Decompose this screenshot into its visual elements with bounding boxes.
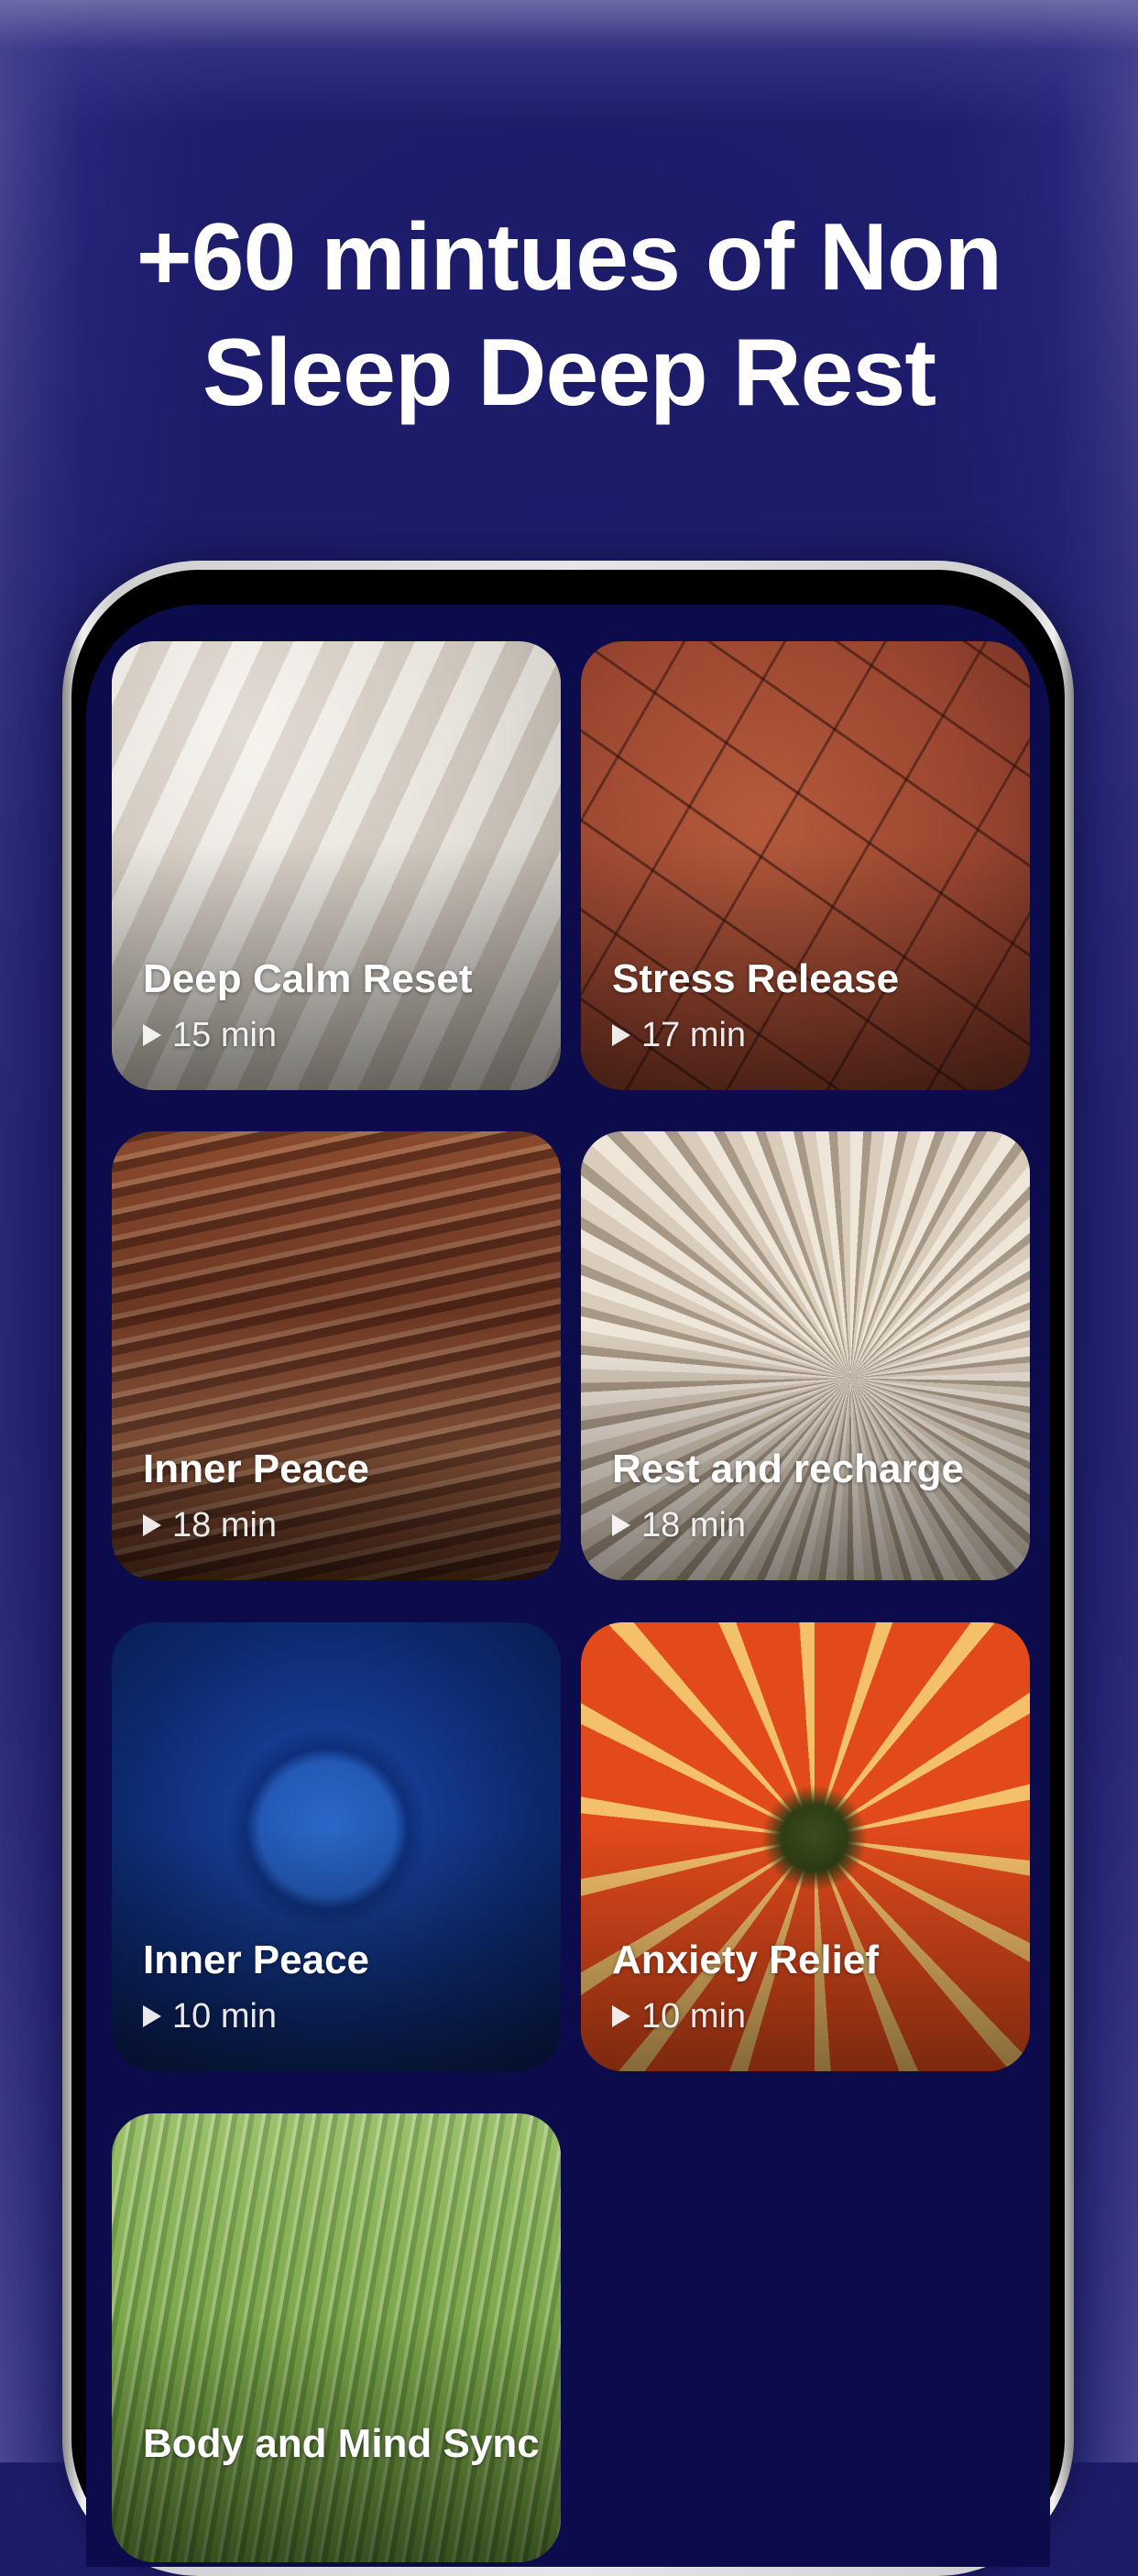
- session-duration-row: 18 min: [612, 1505, 746, 1545]
- session-title: Anxiety Relief: [612, 1937, 879, 1982]
- session-card[interactable]: Stress Release 17 min: [581, 641, 1030, 1090]
- session-duration: 10 min: [641, 1997, 747, 2036]
- session-duration-row: 10 min: [612, 1996, 746, 2036]
- play-icon: [143, 2005, 161, 2027]
- session-duration-row: 18 min: [143, 1505, 277, 1545]
- session-card[interactable]: Body and Mind Sync: [112, 2113, 561, 2562]
- phone-bezel: Deep Calm Reset 15 min Stress Release 17…: [71, 570, 1065, 2567]
- session-title: Body and Mind Sync: [143, 2421, 540, 2466]
- session-duration: 15 min: [172, 1016, 278, 1054]
- session-card[interactable]: Anxiety Relief 10 min: [581, 1622, 1030, 2071]
- session-card[interactable]: Inner Peace 10 min: [112, 1622, 561, 2071]
- session-duration-row: 10 min: [143, 1996, 277, 2036]
- play-icon: [612, 1024, 630, 1046]
- session-duration: 17 min: [641, 1016, 747, 1054]
- page-title: +60 mintues of Non Sleep Deep Rest: [55, 200, 1083, 431]
- play-icon: [612, 1514, 630, 1536]
- play-icon: [612, 2005, 630, 2027]
- session-title: Stress Release: [612, 956, 900, 1001]
- session-card[interactable]: Inner Peace 18 min: [112, 1131, 561, 1580]
- session-duration-row: 15 min: [143, 1015, 277, 1055]
- session-duration: 10 min: [172, 1997, 278, 2036]
- phone-frame: Deep Calm Reset 15 min Stress Release 17…: [62, 561, 1074, 2576]
- session-title: Deep Calm Reset: [143, 956, 473, 1001]
- session-card[interactable]: Deep Calm Reset 15 min: [112, 641, 561, 1090]
- session-title: Inner Peace: [143, 1446, 370, 1491]
- artwork-shade: [112, 2113, 561, 2562]
- session-duration: 18 min: [641, 1506, 747, 1545]
- session-card[interactable]: Rest and recharge 18 min: [581, 1131, 1030, 1580]
- session-title: Rest and recharge: [612, 1446, 964, 1491]
- background-top-glow: [0, 0, 1138, 128]
- title-line-1: +60 mintues of Non: [136, 204, 1002, 311]
- session-title: Inner Peace: [143, 1937, 370, 1982]
- play-icon: [143, 1514, 161, 1536]
- phone-screen: Deep Calm Reset 15 min Stress Release 17…: [86, 605, 1050, 2567]
- session-duration: 18 min: [172, 1506, 278, 1545]
- session-duration-row: 17 min: [612, 1015, 746, 1055]
- title-line-2: Sleep Deep Rest: [202, 320, 936, 426]
- play-icon: [143, 1024, 161, 1046]
